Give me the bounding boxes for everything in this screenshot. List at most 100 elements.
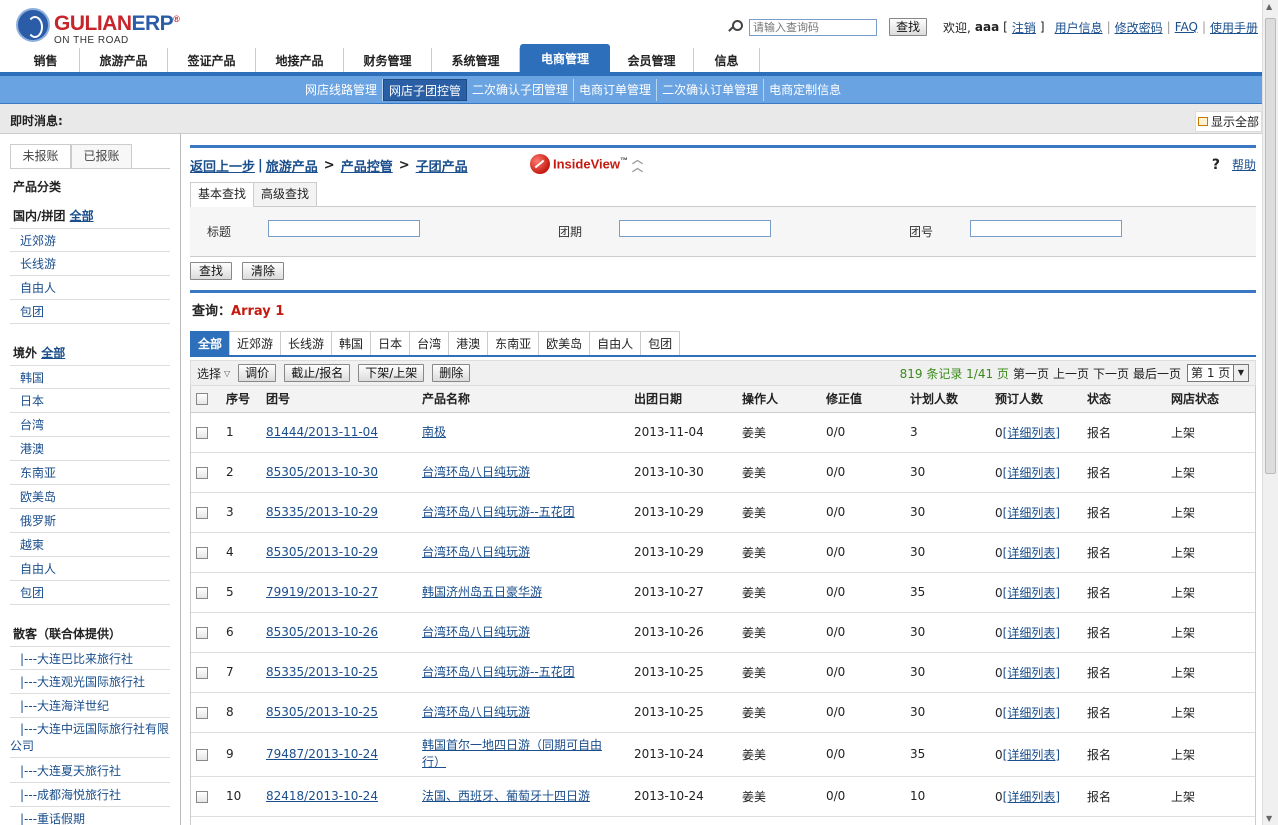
- select-dropdown[interactable]: 选择 ▽: [197, 365, 230, 382]
- sidebar-item-abroad[interactable]: 俄罗斯: [10, 509, 170, 533]
- tab-unreimbursed[interactable]: 未报账: [10, 144, 71, 168]
- show-all-button[interactable]: 显示全部: [1194, 111, 1262, 132]
- breadcrumb-subgroup-products[interactable]: 子团产品: [416, 156, 468, 175]
- first-page-link[interactable]: 第一页: [1013, 365, 1049, 382]
- col-header[interactable]: 状态: [1081, 386, 1165, 413]
- col-header[interactable]: 修正值: [820, 386, 904, 413]
- detail-list-link[interactable]: [详细列表]: [1003, 790, 1060, 804]
- date-field[interactable]: [619, 220, 771, 237]
- sidebar-item-domestic[interactable]: 长线游: [10, 252, 170, 276]
- group-number-link[interactable]: 85335/2013-10-25: [266, 665, 378, 679]
- cat-tab-all[interactable]: 全部: [190, 331, 231, 355]
- row-checkbox[interactable]: [196, 706, 208, 719]
- user-info-link[interactable]: 用户信息: [1055, 19, 1103, 36]
- faq-link[interactable]: FAQ: [1175, 20, 1198, 34]
- product-name-link[interactable]: 台湾环岛八日纯玩游: [422, 545, 530, 559]
- subnav-reconfirm-orders[interactable]: 二次确认订单管理: [657, 78, 765, 101]
- tab-reimbursed[interactable]: 已报账: [71, 144, 132, 168]
- clear-button[interactable]: 清除: [242, 262, 285, 280]
- detail-list-link[interactable]: [详细列表]: [1003, 748, 1060, 762]
- subnav-reconfirm-subgroups[interactable]: 二次确认子团管理: [467, 78, 575, 101]
- nav-info[interactable]: 信息: [694, 48, 760, 72]
- row-checkbox[interactable]: [196, 426, 208, 439]
- group-number-link[interactable]: 79487/2013-10-24: [266, 747, 378, 761]
- nav-ground-products[interactable]: 地接产品: [256, 48, 344, 72]
- cat-tab[interactable]: 自由人: [589, 331, 642, 355]
- scroll-up-icon[interactable]: ▲: [1266, 2, 1272, 11]
- help-link[interactable]: 帮助: [1232, 156, 1256, 173]
- page-scrollbar[interactable]: ▲ ▼: [1262, 0, 1278, 825]
- tab-basic-search[interactable]: 基本查找: [190, 182, 255, 207]
- row-checkbox[interactable]: [196, 506, 208, 519]
- page-select[interactable]: 第 1 页 ▼: [1187, 364, 1249, 382]
- title-field[interactable]: [268, 220, 420, 237]
- scroll-down-icon[interactable]: ▼: [1266, 814, 1272, 823]
- group-number-link[interactable]: 82418/2013-10-24: [266, 789, 378, 803]
- row-checkbox[interactable]: [196, 586, 208, 599]
- nav-sales[interactable]: 销售: [12, 48, 80, 72]
- cat-tab[interactable]: 台湾: [409, 331, 450, 355]
- col-header[interactable]: 序号: [220, 386, 260, 413]
- collapse-chevron-icon[interactable]: ︿ ︿: [632, 154, 643, 173]
- sidebar-item-agency[interactable]: |---大连夏天旅行社: [10, 759, 170, 783]
- nav-members[interactable]: 会员管理: [610, 48, 694, 72]
- detail-list-link[interactable]: [详细列表]: [1003, 426, 1060, 440]
- product-name-link[interactable]: 台湾环岛八日纯玩游: [422, 705, 530, 719]
- cat-tab[interactable]: 日本: [370, 331, 411, 355]
- next-page-link[interactable]: 下一页: [1093, 365, 1129, 382]
- prev-page-link[interactable]: 上一页: [1053, 365, 1089, 382]
- sidebar-item-agency[interactable]: |---大连中远国际旅行社有限公司: [10, 718, 170, 758]
- subnav-shop-subgroup-control[interactable]: 网店子团控管: [383, 78, 468, 101]
- manual-link[interactable]: 使用手册: [1210, 19, 1258, 36]
- col-header[interactable]: 网店状态: [1165, 386, 1256, 413]
- product-name-link[interactable]: 韩国首尔一地四日游（同期可自由行）: [422, 738, 602, 769]
- domestic-all-link[interactable]: 全部: [70, 209, 94, 223]
- detail-list-link[interactable]: [详细列表]: [1003, 506, 1060, 520]
- cat-tab[interactable]: 韩国: [331, 331, 372, 355]
- col-header[interactable]: 预订人数: [989, 386, 1081, 413]
- close-signup-button[interactable]: 截止/报名: [284, 364, 351, 382]
- nav-finance[interactable]: 财务管理: [344, 48, 432, 72]
- cat-tab[interactable]: 东南亚: [487, 331, 540, 355]
- detail-list-link[interactable]: [详细列表]: [1003, 466, 1060, 480]
- product-name-link[interactable]: 台湾环岛八日纯玩游: [422, 465, 530, 479]
- nav-tour-products[interactable]: 旅游产品: [80, 48, 168, 72]
- col-header[interactable]: 操作人: [736, 386, 820, 413]
- subnav-ecommerce-orders[interactable]: 电商订单管理: [574, 78, 658, 101]
- search-button[interactable]: 查找: [190, 262, 233, 280]
- sidebar-item-agency[interactable]: |---成都海悦旅行社: [10, 783, 170, 807]
- group-number-link[interactable]: 79919/2013-10-27: [266, 585, 378, 599]
- group-number-link[interactable]: 85335/2013-10-29: [266, 505, 378, 519]
- logout-link[interactable]: 注销: [1012, 19, 1036, 36]
- product-name-link[interactable]: 南极: [422, 425, 446, 439]
- product-name-link[interactable]: 台湾环岛八日纯玩游--五花团: [422, 505, 575, 519]
- sidebar-item-domestic[interactable]: 近郊游: [10, 228, 170, 252]
- row-checkbox[interactable]: [196, 748, 208, 761]
- sidebar-item-abroad[interactable]: 港澳: [10, 437, 170, 461]
- sidebar-item-abroad[interactable]: 越柬: [10, 533, 170, 557]
- change-password-link[interactable]: 修改密码: [1115, 19, 1163, 36]
- sidebar-item-abroad[interactable]: 日本: [10, 389, 170, 413]
- sidebar-item-abroad[interactable]: 台湾: [10, 413, 170, 437]
- breadcrumb-product-control[interactable]: 产品控管: [341, 156, 393, 175]
- product-name-link[interactable]: 台湾环岛八日纯玩游: [422, 625, 530, 639]
- col-header[interactable]: 计划人数: [904, 386, 989, 413]
- last-page-link[interactable]: 最后一页: [1133, 365, 1181, 382]
- adjust-price-button[interactable]: 调价: [238, 364, 277, 382]
- group-number-link[interactable]: 85305/2013-10-30: [266, 465, 378, 479]
- sidebar-item-domestic[interactable]: 自由人: [10, 276, 170, 300]
- unlist-list-button[interactable]: 下架/上架: [358, 364, 425, 382]
- nav-ecommerce[interactable]: 电商管理: [520, 44, 610, 72]
- cat-tab[interactable]: 近郊游: [229, 331, 282, 355]
- sidebar-item-agency[interactable]: |---大连海洋世纪: [10, 694, 170, 718]
- row-checkbox[interactable]: [196, 546, 208, 559]
- sidebar-item-abroad[interactable]: 自由人: [10, 557, 170, 581]
- select-all-checkbox[interactable]: [196, 393, 208, 406]
- detail-list-link[interactable]: [详细列表]: [1003, 586, 1060, 600]
- group-number-link[interactable]: 85305/2013-10-29: [266, 545, 378, 559]
- detail-list-link[interactable]: [详细列表]: [1003, 626, 1060, 640]
- nav-system[interactable]: 系统管理: [432, 48, 520, 72]
- group-no-field[interactable]: [970, 220, 1122, 237]
- detail-list-link[interactable]: [详细列表]: [1003, 666, 1060, 680]
- back-link[interactable]: 返回上一步: [190, 156, 255, 175]
